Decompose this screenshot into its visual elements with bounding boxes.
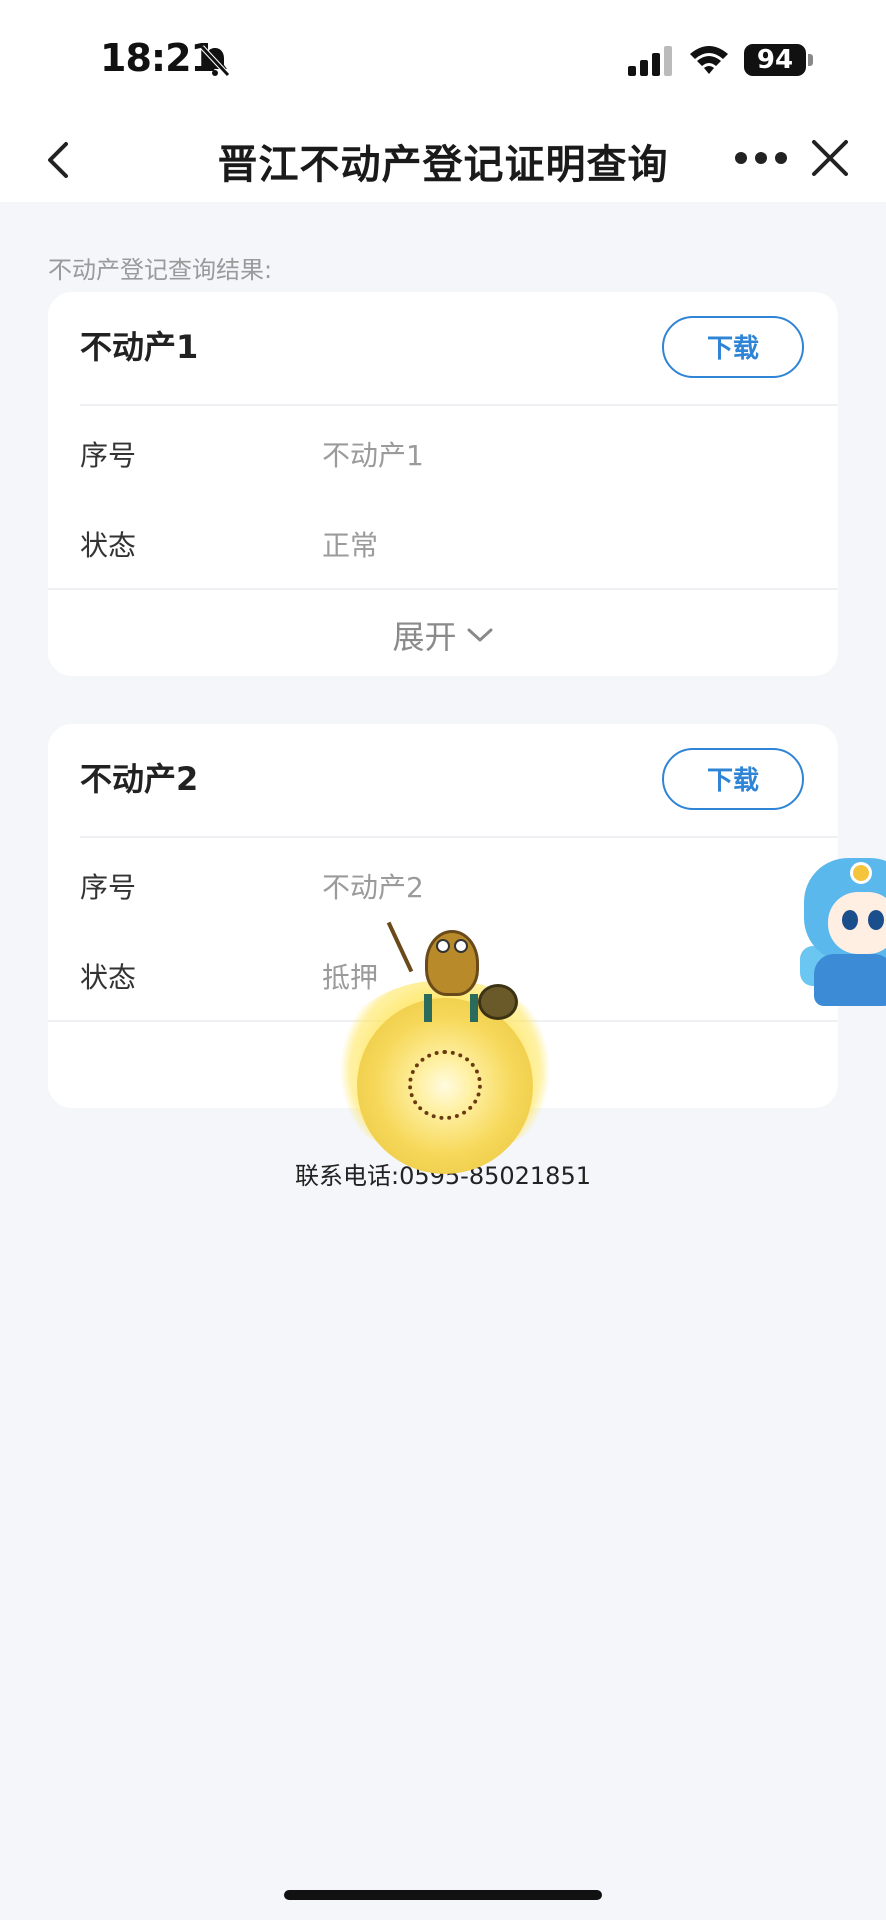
- more-dots-icon[interactable]: [734, 148, 788, 168]
- robot-body: [814, 954, 886, 1006]
- card-header: 不动产1 下载: [48, 292, 838, 406]
- kiwi-character-legs: [424, 994, 478, 1022]
- expand-label: 展开: [392, 618, 457, 656]
- robot-gem: [850, 862, 872, 884]
- row-value: 不动产1: [322, 439, 424, 472]
- divider: [80, 404, 838, 406]
- chevron-left-icon[interactable]: [40, 136, 80, 184]
- battery-icon: 94: [744, 44, 806, 76]
- kiwi-character-icon: [425, 930, 479, 996]
- home-indicator[interactable]: [284, 1890, 602, 1900]
- divider: [80, 836, 838, 838]
- row-label: 状态: [80, 529, 137, 562]
- status-bar: 18:21 94: [0, 0, 886, 118]
- property-card: 不动产1 下载 序号 不动产1 状态 正常 展开: [48, 292, 838, 676]
- robot-eye: [868, 910, 884, 930]
- download-button[interactable]: 下载: [662, 748, 804, 810]
- property-title: 不动产2: [80, 760, 199, 798]
- robot-assistant-button[interactable]: [800, 846, 886, 1006]
- row-label: 序号: [80, 439, 137, 472]
- kiwi-seeds: [408, 1050, 482, 1120]
- eye: [436, 939, 450, 953]
- wifi-icon: [690, 46, 728, 74]
- robot-eye: [842, 910, 858, 930]
- kiwi-small-character-icon: [478, 984, 518, 1020]
- battery-cap: [808, 54, 813, 66]
- row-label: 序号: [80, 871, 137, 904]
- info-row-serial: 序号 不动产1: [48, 424, 838, 484]
- kiwi-stick: [386, 921, 414, 973]
- close-icon[interactable]: [810, 138, 850, 178]
- cellular-signal-icon: [628, 46, 672, 76]
- app-screen: 18:21 94 晋江不动产登记证明查询 不动产登记查询结果: 不动产1 下载 …: [0, 0, 886, 1920]
- robot-head-icon: [804, 858, 886, 962]
- download-button[interactable]: 下载: [662, 316, 804, 378]
- kiwi-mascot-floating-button[interactable]: [330, 920, 560, 1174]
- card-header: 不动产2 下载: [48, 724, 838, 838]
- robot-face: [828, 892, 886, 954]
- info-row-status: 状态 正常: [48, 514, 838, 574]
- row-label: 状态: [80, 961, 137, 994]
- info-row-serial: 序号 不动产2: [48, 856, 838, 916]
- row-value: 不动产2: [322, 871, 424, 904]
- results-section-label: 不动产登记查询结果:: [48, 256, 273, 284]
- expand-toggle[interactable]: 展开: [48, 590, 838, 676]
- eye: [454, 939, 468, 953]
- row-value: 正常: [322, 529, 379, 562]
- chevron-down-icon: [467, 628, 493, 642]
- property-title: 不动产1: [80, 328, 199, 366]
- bell-slash-icon: [200, 45, 230, 77]
- nav-bar: 晋江不动产登记证明查询: [0, 118, 886, 202]
